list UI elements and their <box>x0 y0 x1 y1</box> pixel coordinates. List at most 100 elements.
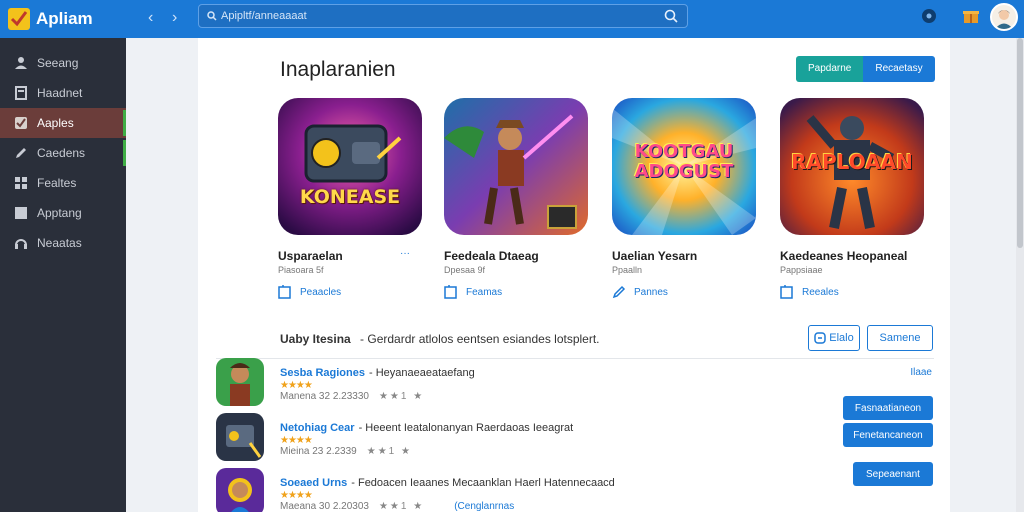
section-title: Uaby Itesina <box>280 332 351 346</box>
filter-button[interactable]: Elalo <box>808 325 860 351</box>
headset-icon <box>15 239 27 249</box>
card-title: Uaelian Yesarn <box>612 249 698 263</box>
card-link-label: Reeales <box>802 286 839 298</box>
open-icon <box>780 285 793 299</box>
main-panel: Inaplaranien Papdarne Recaetasy KONEASE … <box>198 38 950 512</box>
sidebar-item-label: Aaples <box>37 116 74 130</box>
card-title: Feedeala Dtaeag <box>444 249 539 263</box>
open-icon <box>444 285 457 299</box>
app-card[interactable]: Feedeala Dtaeag Dpesaa 9f Feamas <box>444 98 604 299</box>
sidebar-item-library[interactable]: Haadnet <box>0 78 126 108</box>
list-item[interactable]: Sesba Ragiones - Heyanaeaeataefang ★★★★ M… <box>216 358 934 408</box>
tab-recent[interactable]: Recaetasy <box>863 56 935 82</box>
forward-arrow-icon[interactable]: › <box>172 9 177 27</box>
filter-button-label: Elalo <box>829 332 854 344</box>
row-title: Sesba Ragiones - Heyanaeaeataefang <box>280 367 475 379</box>
row-app-name[interactable]: Soeaed Urns <box>280 477 347 489</box>
app-thumbnail[interactable] <box>444 98 588 235</box>
row-description: - Heeent Ieatalonanyan Raerdaoas Ieeagra… <box>358 422 574 434</box>
app-thumbnail[interactable]: KOOTGAU ADOGUST <box>612 98 756 235</box>
sidebar-item-apptang[interactable]: Apptang <box>0 198 126 228</box>
rating-stars-text: ★★1 ★ <box>378 501 425 512</box>
row-title: Netohiag Cear - Heeent Ieatalonanyan Raer… <box>280 422 573 434</box>
card-title: Usparaelan <box>278 249 343 263</box>
edit-icon <box>612 285 626 299</box>
card-link[interactable]: Pannes <box>612 285 772 299</box>
star-rating: ★★★★ <box>280 380 313 391</box>
row-app-name[interactable]: Netohiag Cear <box>280 422 355 434</box>
app-card[interactable]: RAPLOAAN Kaedeanes Heopaneal Pappsiaae R… <box>780 98 940 299</box>
sidebar-item-label: Caedens <box>37 146 86 160</box>
thumbnail-art-text: RAPLOAAN <box>791 150 913 174</box>
tab-popular[interactable]: Papdarne <box>796 56 864 82</box>
sidebar-item-features[interactable]: Fealtes <box>0 168 126 198</box>
sort-button-label: Samene <box>879 332 921 344</box>
card-subtitle: Ppaalln <box>612 265 643 275</box>
install-button[interactable]: Sepeaenant <box>853 462 933 486</box>
search-icon <box>207 11 217 21</box>
app-card[interactable]: KOOTGAU ADOGUST Uaelian Yesarn Ppaalln P… <box>612 98 772 299</box>
sidebar-item-games[interactable]: Caedens <box>0 138 126 168</box>
search-input[interactable] <box>221 10 661 22</box>
check-icon <box>15 117 27 129</box>
row-link[interactable]: Ilaae <box>910 367 932 378</box>
row-meta-text: Manena 32 2.23330 <box>280 391 369 402</box>
sidebar-item-news[interactable]: Neaatas <box>0 228 126 258</box>
sidebar-item-home[interactable]: Seeang <box>0 48 126 78</box>
app-name: Apliam <box>36 9 93 28</box>
grid-icon <box>15 177 27 189</box>
row-app-name[interactable]: Sesba Ragiones <box>280 367 365 379</box>
sidebar-item-label: Apptang <box>37 206 82 220</box>
card-link-label: Pannes <box>634 286 668 298</box>
card-link[interactable]: Feamas <box>444 285 604 299</box>
square-icon <box>15 207 27 219</box>
app-card[interactable]: KONEASE Usparaelan Piasoara 5f Peaacles … <box>278 98 438 299</box>
list-item[interactable]: Soeaed Urns - Fedoacen Ieaanes Mecaanklan… <box>216 468 934 512</box>
person-icon <box>15 57 27 69</box>
row-title: Soeaed Urns - Fedoacen Ieaanes Mecaanklan… <box>280 477 615 489</box>
scrollbar[interactable] <box>1016 38 1024 512</box>
view-toggle: Papdarne Recaetasy <box>796 56 935 82</box>
search-submit-icon[interactable] <box>661 9 681 23</box>
avatar[interactable] <box>990 3 1018 31</box>
notification-icon[interactable] <box>920 7 938 25</box>
card-subtitle: Pappsiaae <box>780 265 823 275</box>
open-icon <box>278 285 291 299</box>
card-subtitle: Piasoara 5f <box>278 265 324 275</box>
star-rating: ★★★★ <box>280 490 313 501</box>
app-thumbnail[interactable] <box>216 468 264 512</box>
gift-icon[interactable] <box>962 7 980 25</box>
row-meta: Mieina 23 2.2339 ★★1 ★ <box>280 446 412 457</box>
sidebar-item-label: Haadnet <box>37 86 83 100</box>
app-thumbnail[interactable]: RAPLOAAN <box>780 98 924 235</box>
row-meta-text: Mieina 23 2.2339 <box>280 446 357 457</box>
list-item[interactable]: Netohiag Cear - Heeent Ieatalonanyan Raer… <box>216 413 934 463</box>
sidebar-item-label: Seeang <box>37 56 79 70</box>
section-description: - Gerdardr atlolos eentsen esiandes lots… <box>360 332 600 346</box>
featured-cards: KONEASE Usparaelan Piasoara 5f Peaacles … <box>278 98 940 299</box>
card-link[interactable]: Reeales <box>780 285 940 299</box>
app-thumbnail[interactable] <box>216 358 264 406</box>
app-thumbnail[interactable]: KONEASE <box>278 98 422 235</box>
row-meta: Maeana 30 2.20303 ★★1 ★ (Cenglanrnas <box>280 501 514 512</box>
card-link[interactable]: Peaacles <box>278 285 438 299</box>
document-icon <box>15 86 27 100</box>
back-arrow-icon[interactable]: ‹ <box>148 9 153 27</box>
scrollbar-thumb[interactable] <box>1017 38 1023 248</box>
install-button[interactable]: Fenetancaneon <box>843 423 933 447</box>
row-meta-text: Maeana 30 2.20303 <box>280 501 369 512</box>
sort-button[interactable]: Samene <box>867 325 933 351</box>
thumbnail-art-text: KONEASE <box>299 186 401 208</box>
search-bar <box>198 4 688 28</box>
sidebar-item-apps[interactable]: Aaples <box>0 108 126 138</box>
card-link-label: Peaacles <box>300 286 342 298</box>
logo-bar: Apliam <box>0 0 126 38</box>
star-rating: ★★★★ <box>280 435 313 446</box>
more-icon[interactable]: ··· <box>400 248 410 259</box>
app-thumbnail[interactable] <box>216 413 264 461</box>
card-title: Kaedeanes Heopaneal <box>780 249 908 263</box>
sidebar: Apliam Seeang Haadnet Aaples Caedens Fea… <box>0 0 126 512</box>
sidebar-item-label: Fealtes <box>37 176 77 190</box>
logo-icon <box>8 8 30 30</box>
row-extra-link[interactable]: (Cenglanrnas <box>454 501 514 512</box>
